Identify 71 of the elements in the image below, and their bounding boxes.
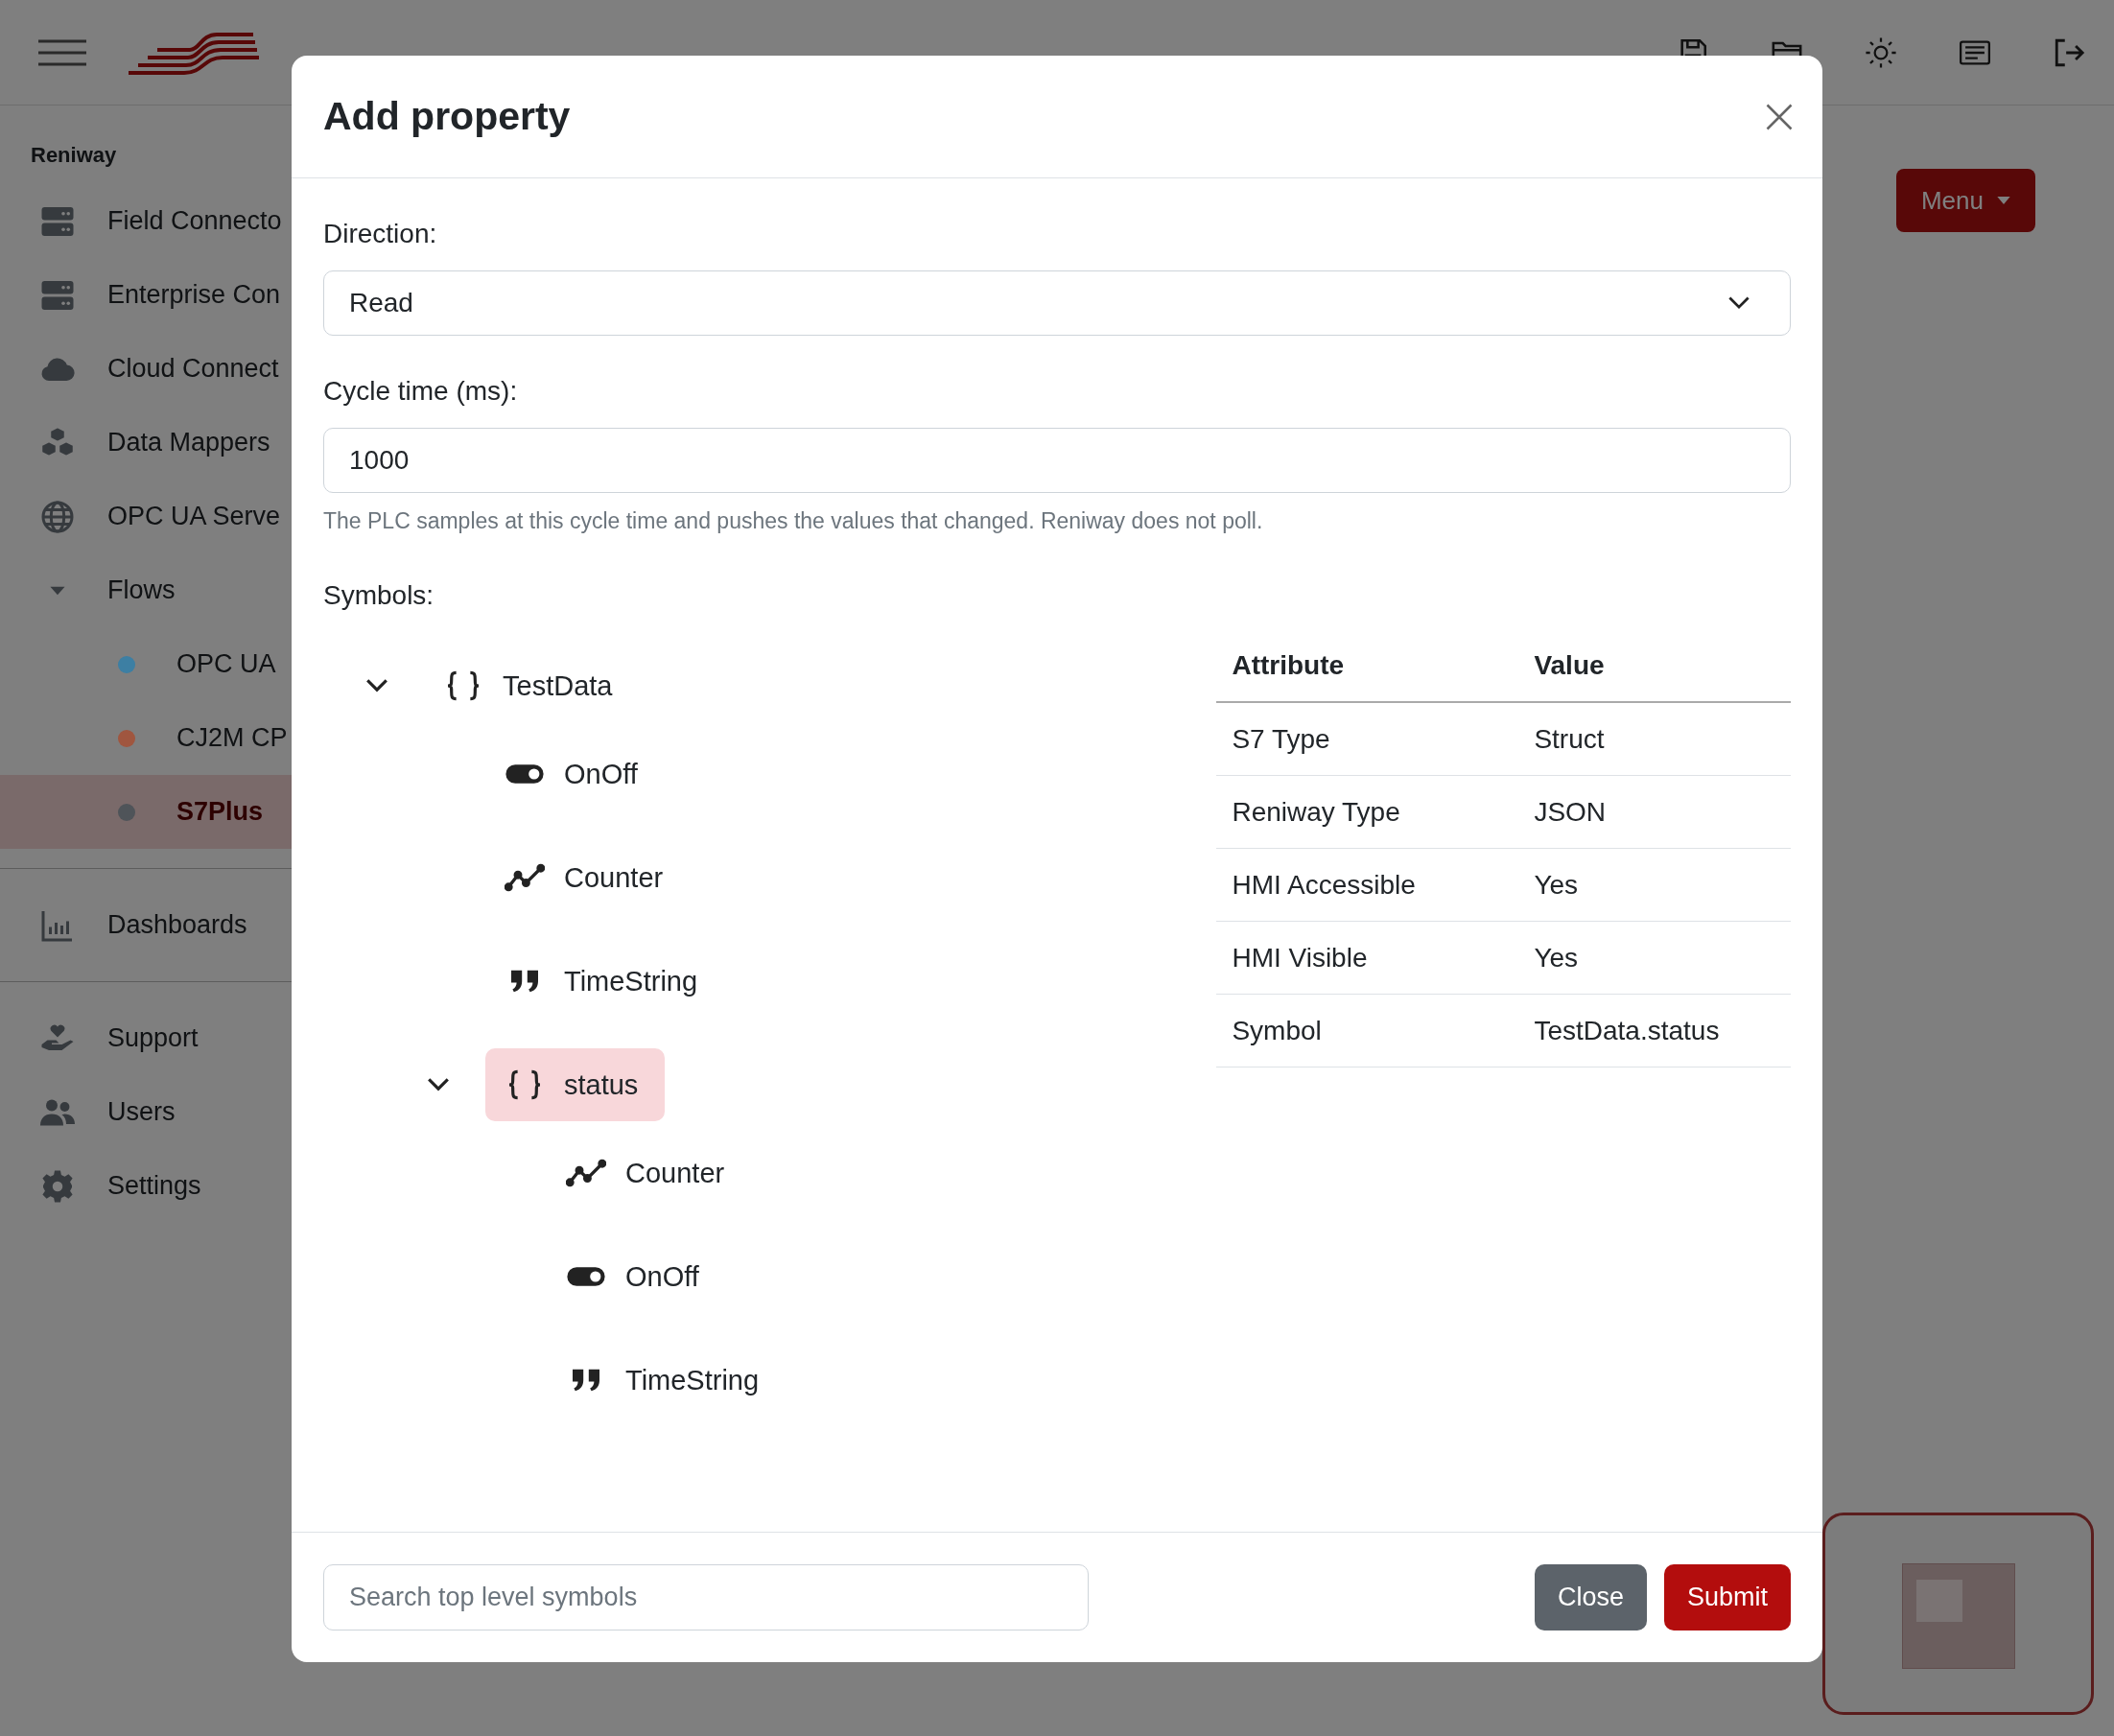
column-header: Value: [1518, 630, 1791, 702]
sidebar-item[interactable]: Data Mappers: [0, 406, 292, 480]
sidebar-item[interactable]: Dashboards: [0, 888, 292, 962]
help-text: The PLC samples at this cycle time and pushes the values that changed. Reniway does not poll.: [323, 508, 1264, 534]
tree-node[interactable]: OnOff: [547, 1240, 726, 1313]
tree-node[interactable]: TestData: [424, 649, 640, 722]
sidebar-label: Flows: [107, 575, 176, 605]
table-cell: TestData.status: [1518, 994, 1791, 1067]
sidebar-label: OPC UA Serve: [107, 502, 281, 531]
chevron-down-icon: [1728, 296, 1750, 310]
sidebar-label: Support: [107, 1023, 199, 1053]
close-button[interactable]: Close: [1534, 1564, 1647, 1630]
tree-node[interactable]: Counter: [485, 841, 691, 914]
minimap[interactable]: [1822, 1513, 2094, 1715]
direction-select[interactable]: Read: [323, 270, 1791, 336]
sidebar-item[interactable]: Flows: [0, 553, 292, 627]
field-label: Symbols:: [323, 580, 435, 611]
tree-node[interactable]: status: [485, 1048, 666, 1121]
menu-button[interactable]: Menu: [1895, 169, 2035, 232]
sidebar-item[interactable]: Support: [0, 1001, 292, 1075]
sidebar-label: Enterprise Con: [107, 280, 281, 310]
sidebar-heading: Reniway: [30, 142, 118, 169]
sun-icon[interactable]: [1865, 35, 1897, 69]
graph-icon: [566, 1158, 606, 1188]
table-cell: Reniway Type: [1216, 775, 1519, 849]
field-label: Cycle time (ms):: [323, 376, 519, 407]
sidebar-item[interactable]: Field Connecto: [0, 184, 292, 258]
table-cell: S7 Type: [1216, 702, 1519, 776]
flow-item[interactable]: S7Plus: [0, 775, 292, 849]
column-header: Attribute: [1216, 630, 1519, 702]
table-cell: Symbol: [1216, 994, 1519, 1067]
tree-node[interactable]: TimeString: [547, 1344, 787, 1417]
table-cell: HMI Accessible: [1216, 848, 1519, 922]
sidebar-label: Users: [107, 1097, 176, 1127]
sidebar-label: Dashboards: [107, 910, 247, 940]
logo-icon: [127, 30, 261, 75]
close-icon[interactable]: [1765, 102, 1794, 131]
gear-icon: [40, 1168, 75, 1204]
flow-item[interactable]: OPC UA: [0, 627, 292, 701]
sidebar-item[interactable]: Enterprise Con: [0, 258, 292, 332]
tree-node[interactable]: TimeString: [485, 945, 725, 1018]
flow-item[interactable]: CJ2M CP: [0, 701, 292, 775]
tree-node[interactable]: OnOff: [485, 738, 665, 810]
table-cell: HMI Visible: [1216, 921, 1519, 995]
graph-icon: [505, 862, 545, 893]
cycle-time-field[interactable]: 1000: [323, 428, 1791, 493]
sidebar-label: Settings: [107, 1171, 201, 1201]
sidebar-item[interactable]: Settings: [0, 1149, 292, 1223]
dialog-title: Add property: [323, 94, 572, 139]
tree-node[interactable]: Counter: [547, 1137, 752, 1209]
sidebar-item[interactable]: OPC UA Serve: [0, 480, 292, 553]
table-cell: Yes: [1518, 921, 1791, 995]
table-cell: Yes: [1518, 848, 1791, 922]
globe-icon: [40, 499, 75, 534]
sidebar-label: Field Connecto: [107, 206, 282, 236]
field-label: Direction:: [323, 219, 438, 249]
menu-icon[interactable]: [38, 37, 86, 67]
sidebar-label: Cloud Connect: [107, 354, 279, 384]
chevron-icon[interactable]: [427, 1078, 450, 1091]
sidebar-label: Data Mappers: [107, 428, 270, 457]
sidebar-item[interactable]: Users: [0, 1075, 292, 1149]
search-field[interactable]: Search top level symbols: [323, 1564, 1089, 1630]
flow-label: S7Plus: [176, 797, 264, 827]
table-cell: JSON: [1518, 775, 1791, 849]
sidebar-item[interactable]: Cloud Connect: [0, 332, 292, 406]
table-cell: Struct: [1518, 702, 1791, 776]
flow-label: CJ2M CP: [176, 723, 288, 753]
submit-button[interactable]: Submit: [1663, 1564, 1791, 1630]
caret-icon: [1997, 197, 2010, 204]
chevron-icon[interactable]: [365, 679, 388, 692]
flow-label: OPC UA: [176, 649, 276, 679]
